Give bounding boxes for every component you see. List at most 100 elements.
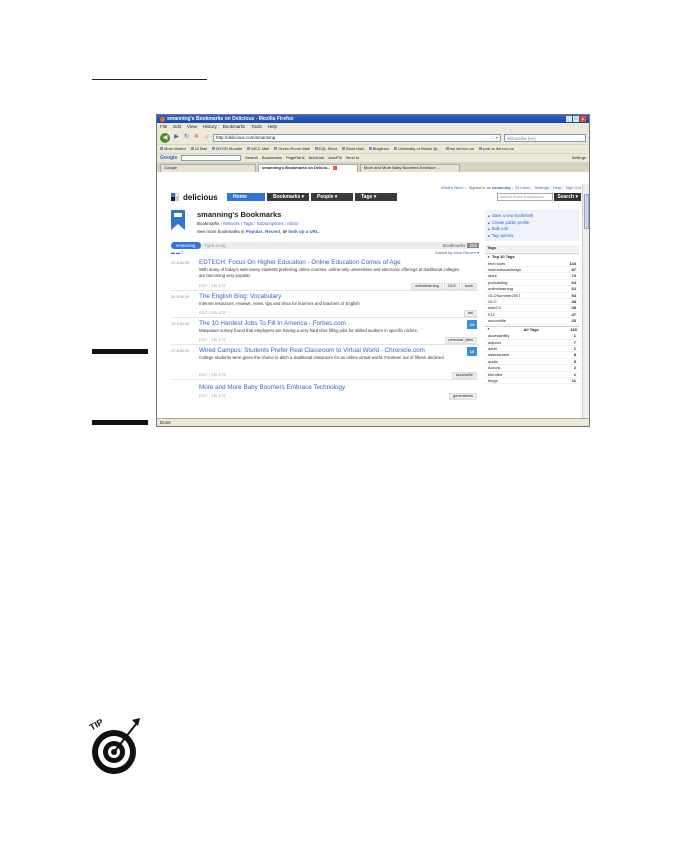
bookmark-title-link[interactable]: EDTECH: Focus On Higher Education - Onli… — [199, 259, 401, 267]
help-link[interactable]: Help — [553, 185, 561, 190]
bookmark-item[interactable]: Bloglines — [369, 146, 389, 152]
tag-name: accessibility — [488, 333, 510, 339]
bookmark-item[interactable]: EQL Stout — [315, 146, 337, 152]
address-url: http://delicious.com/smanning — [216, 134, 276, 140]
popular-link[interactable]: Popular — [246, 229, 263, 234]
all-tags-toggle[interactable]: All Tags 165 — [485, 325, 579, 334]
user-filter-pill[interactable]: smanning — [171, 242, 201, 249]
bookmark-title-link[interactable]: More and More Baby Boomers Embrace Techn… — [199, 384, 345, 392]
profile-link-network[interactable]: Network — [223, 221, 240, 226]
google-autofill[interactable]: AutoFill — [328, 155, 341, 161]
search-engine-input[interactable]: Wikipedia (en) — [504, 133, 586, 142]
address-bar[interactable]: http://delicious.com/smanning ☆ ▾ — [213, 133, 501, 142]
reload-icon[interactable]: ↻ — [183, 134, 190, 141]
tab-delicious[interactable]: smanning's Bookmarks on Delicio... × — [258, 164, 358, 172]
stop-icon[interactable]: ✕ — [193, 134, 200, 141]
bookmark-title-link[interactable]: The English Blog: Vocabulary — [199, 293, 281, 301]
profile-link-bookmarks[interactable]: Bookmarks — [197, 221, 220, 226]
close-icon[interactable]: × — [580, 116, 586, 122]
tag-options-link[interactable]: Tag options — [488, 233, 576, 239]
username-link[interactable]: smanning — [492, 185, 511, 190]
maximize-icon[interactable]: □ — [573, 116, 579, 122]
menu-file[interactable]: File — [160, 124, 167, 129]
scrollbar-thumb[interactable] — [584, 194, 589, 229]
search-input[interactable]: Search these bookmarks — [497, 193, 554, 201]
bookmark-item[interactable]: my del.icio.us — [446, 146, 474, 152]
back-arrow-icon[interactable]: ◀ — [160, 132, 170, 143]
view-toggle-icon[interactable]: ▬ ▬ ≡ — [171, 250, 184, 255]
forward-arrow-icon[interactable]: ▶ — [173, 134, 180, 141]
tag-chip[interactable]: OLO — [443, 283, 460, 290]
nav-home[interactable]: Home — [227, 193, 265, 201]
saves-count-badge[interactable]: 10 — [467, 347, 477, 356]
tag-chip[interactable]: personal_sites — [444, 337, 477, 344]
rss-star-icon[interactable]: ☆ ▾ — [490, 135, 498, 140]
bookmark-item[interactable]: post to del.icio.us — [479, 146, 514, 152]
edit-delete-links[interactable]: EDIT | DELETE — [199, 284, 226, 288]
saves-count-badge[interactable]: 14 — [467, 320, 477, 329]
bookmark-item[interactable]: University of Illinois @... — [394, 146, 441, 152]
tag-chip[interactable]: secondlife — [451, 372, 477, 379]
sort-value[interactable]: Most Recent — [453, 250, 475, 255]
nav-bookmarks[interactable]: Bookmarks ▾ — [267, 193, 309, 201]
sign-out-link[interactable]: Sign Out — [565, 185, 581, 190]
edit-delete-links[interactable]: EDIT | DELETE — [199, 311, 226, 315]
profile-link-inbox[interactable]: Inbox — [287, 221, 298, 226]
save-bookmark-link[interactable]: Save a new bookmark — [488, 213, 576, 219]
create-profile-link[interactable]: Create public profile — [488, 220, 576, 226]
google-pagerank[interactable]: PageRank — [286, 155, 305, 161]
recent-link[interactable]: Recent — [265, 229, 280, 234]
google-settings[interactable]: Settings — [572, 155, 586, 161]
nav-people[interactable]: People ▾ — [311, 193, 353, 201]
bookmark-title-link[interactable]: Wired Campus: Students Prefer Real Class… — [199, 347, 425, 355]
tag-name: blogs — [488, 378, 498, 384]
tag-row[interactable]: blogs 11 — [485, 378, 579, 385]
close-tab-icon[interactable]: × — [332, 166, 337, 170]
delicious-brand[interactable]: delicious — [171, 193, 218, 203]
menu-view[interactable]: View — [187, 124, 197, 129]
whats-new-link[interactable]: What's New? — [441, 185, 464, 190]
bookmark-item[interactable]: Green Room Mail — [274, 146, 309, 152]
menu-help[interactable]: Help — [268, 124, 277, 129]
profile-link-subscriptions[interactable]: Subscriptions — [257, 221, 284, 226]
menu-edit[interactable]: Edit — [173, 124, 181, 129]
tag-count: 54 — [571, 292, 576, 298]
google-autolink[interactable]: AutoLink — [309, 155, 325, 161]
nav-tags[interactable]: Tags ▾ — [355, 193, 397, 201]
bookmark-item[interactable]: Stout Mail — [342, 146, 364, 152]
tag-row[interactable]: secondlife 33 — [485, 318, 579, 325]
settings-link[interactable]: Settings — [534, 185, 548, 190]
tag-chip[interactable]: generations — [449, 393, 477, 400]
bookmark-item[interactable]: WCC Mail — [247, 146, 269, 152]
tag-filter-input[interactable]: Type a tag — [205, 243, 226, 248]
sort-control[interactable]: Sorted by Most Recent ▾ — [435, 250, 479, 256]
tag-chip[interactable]: onlinelearning — [411, 283, 443, 290]
tag-chip[interactable]: book — [460, 283, 477, 290]
bulk-edit-link[interactable]: Bulk edit — [488, 226, 576, 232]
vertical-scrollbar[interactable] — [582, 184, 589, 419]
menu-tools[interactable]: Tools — [251, 124, 262, 129]
bookmark-title-link[interactable]: The 10 Hardest Jobs To Fill In America -… — [199, 320, 346, 328]
edit-delete-links[interactable]: EDIT | DELETE — [199, 394, 226, 398]
home-icon[interactable]: ⌂ — [203, 134, 210, 141]
google-sendto[interactable]: Send to — [346, 155, 360, 161]
google-search-input[interactable] — [181, 155, 242, 161]
google-bookmarks-button[interactable]: Bookmarks — [262, 155, 282, 161]
menu-bookmarks[interactable]: Bookmarks — [223, 124, 246, 129]
top-tags-toggle[interactable]: Top 10 Tags — [485, 252, 579, 261]
tab-baby-boomers[interactable]: More and More Baby Boomers Embrace ... — [360, 164, 460, 172]
google-search-button[interactable]: Search — [245, 155, 258, 161]
edit-delete-links[interactable]: EDIT | DELETE — [199, 338, 226, 342]
bookmark-item[interactable]: MYCR Moodle — [212, 146, 242, 152]
edit-delete-links[interactable]: EDIT | DELETE — [199, 373, 226, 377]
lookup-url-link[interactable]: look up a URL — [288, 229, 318, 234]
inbox-link[interactable]: 33 Inbox — [515, 185, 530, 190]
menu-history[interactable]: History — [203, 124, 217, 129]
tag-chip[interactable]: esl — [464, 310, 477, 317]
bookmark-item[interactable]: Most Visited — [160, 146, 186, 152]
search-button[interactable]: Search ▾ — [554, 193, 581, 201]
profile-link-tags[interactable]: Tags — [243, 221, 253, 226]
bookmark-item[interactable]: UI Mail — [191, 146, 207, 152]
tab-google[interactable]: Google — [160, 164, 256, 172]
minimize-icon[interactable]: _ — [566, 116, 572, 122]
